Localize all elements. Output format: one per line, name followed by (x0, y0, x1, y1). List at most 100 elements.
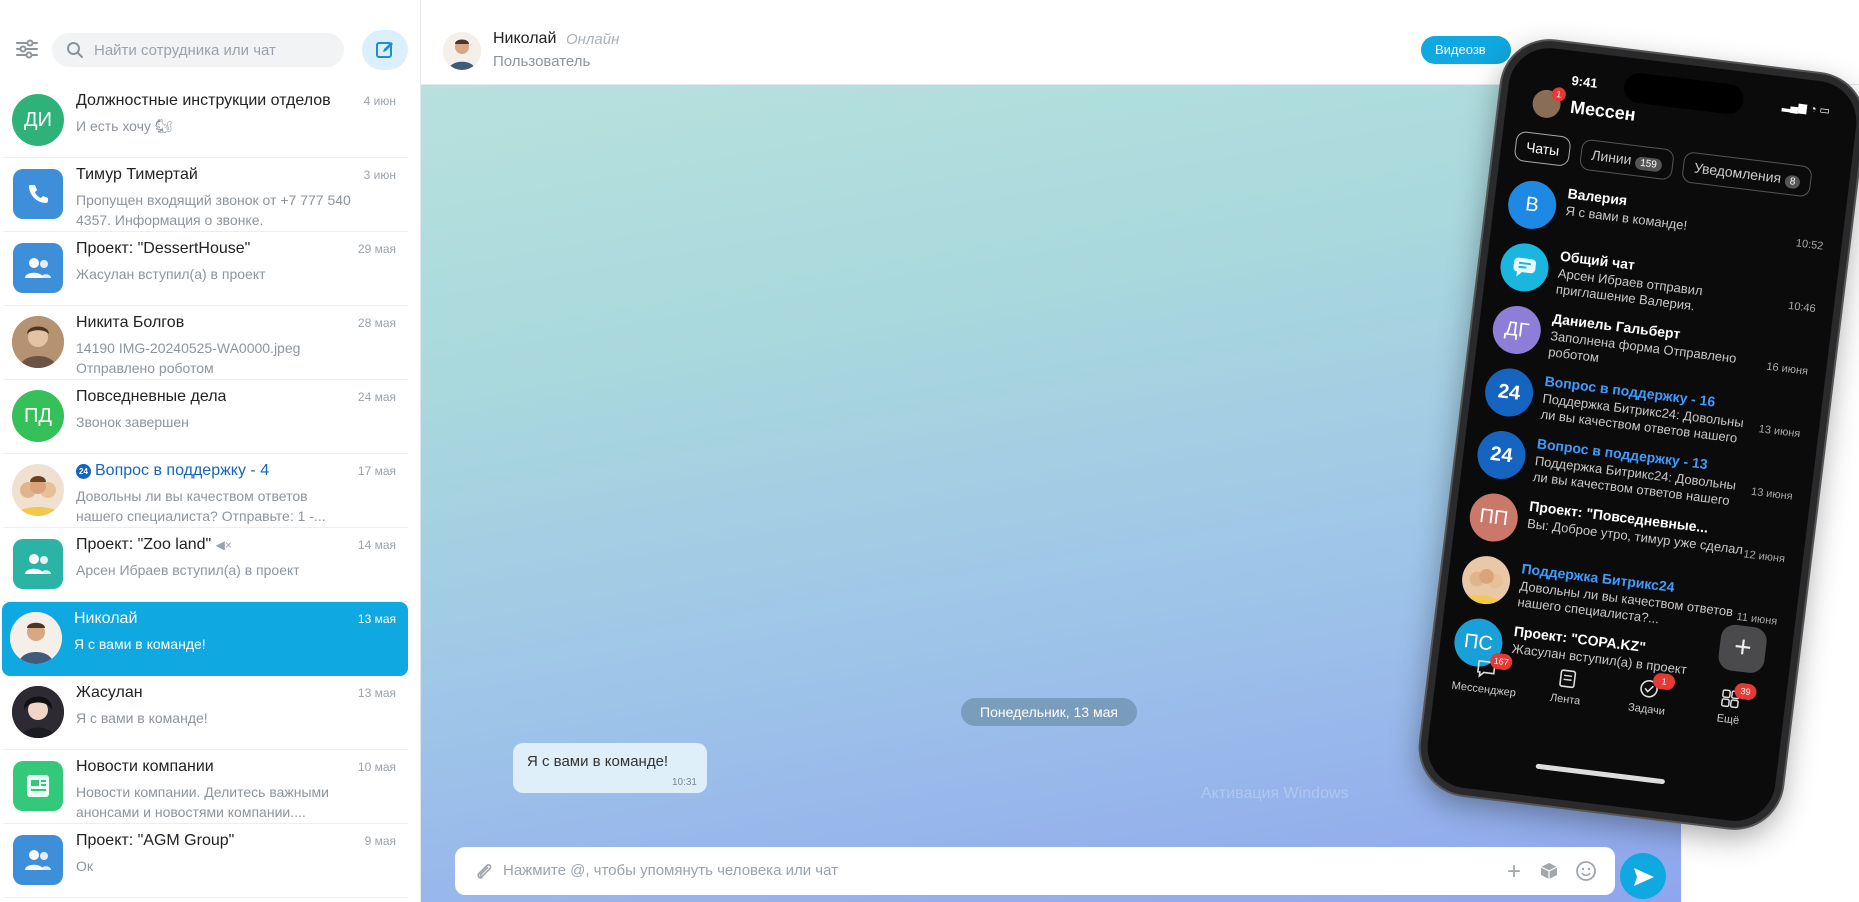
chat-item[interactable]: ДИ Должностные инструкции отделов 4 июн … (4, 84, 408, 158)
chat-preview: Новости компании. Делитесь важными анонс… (76, 784, 329, 820)
contact-name[interactable]: Николай (493, 30, 556, 48)
chat-date: 16 июня (1765, 360, 1809, 378)
nav-feed[interactable]: Лента (1530, 664, 1604, 710)
chat-list: ДИ Должностные инструкции отделов 4 июн … (0, 84, 420, 898)
chat-date: 13 июня (1750, 485, 1794, 503)
chat-title: Николай (74, 610, 138, 627)
chat-item[interactable]: Новости компании 10 мая Новости компании… (4, 750, 408, 824)
message-input[interactable]: Нажмите @, чтобы упомянуть человека или … (455, 847, 1615, 895)
chat-item[interactable]: Жасулан 13 мая Я с вами в команде! (4, 676, 408, 750)
search-icon (67, 42, 83, 58)
box-icon[interactable] (1539, 861, 1559, 881)
chat-title: Проект: "AGM Group" (76, 832, 235, 849)
search-input[interactable]: Найти сотрудника или чат (52, 33, 344, 67)
support-team-avatar (1459, 553, 1513, 607)
chat-item[interactable]: Проект: "DessertHouse" 29 мая Жасулан вс… (4, 232, 408, 306)
tab-chats[interactable]: Чаты (1513, 130, 1573, 168)
general-chat-icon (1497, 240, 1552, 295)
chat-date: 4 июн (363, 94, 396, 108)
attach-icon[interactable] (475, 861, 493, 881)
chat-title: Жасулан (76, 684, 143, 701)
emoji-icon[interactable] (1575, 860, 1597, 882)
chat-title: Должностные инструкции отделов (76, 92, 331, 109)
chat-preview: Пропущен входящий звонок от +7 777 540 4… (76, 192, 351, 228)
send-icon (1634, 868, 1654, 886)
group-icon (13, 243, 63, 293)
windows-activation-watermark: Активация Windows (1201, 785, 1349, 802)
avatar: ДГ (1490, 303, 1544, 357)
nav-more[interactable]: 39 Ещё (1692, 682, 1766, 730)
avatar: В (1505, 178, 1559, 232)
video-call-button[interactable]: Видеозв (1421, 36, 1511, 64)
muted-icon: ◀× (215, 538, 232, 552)
chat-date: 10:46 (1787, 299, 1817, 316)
contact-role: Пользователь (493, 53, 591, 70)
send-button[interactable] (1620, 853, 1666, 899)
chat-date: 28 мая (357, 316, 396, 330)
chat-preview: Я с вами в команде! (76, 710, 208, 726)
sidebar-toolbar: Найти сотрудника или чат (0, 0, 420, 84)
chat-title: Повседневные дела (76, 388, 227, 405)
chat-preview: Я с вами в команде! (74, 636, 206, 652)
nav-messenger[interactable]: 167 Мессенджер (1448, 652, 1522, 700)
user-photo-avatar (12, 686, 64, 738)
chat-date: 17 мая (357, 464, 396, 478)
avatar: ПД (12, 390, 64, 442)
avatar[interactable] (443, 32, 481, 70)
bitrix24-avatar: 24 (1474, 428, 1529, 482)
message-placeholder: Нажмите @, чтобы упомянуть человека или … (503, 862, 838, 879)
chat-preview: 14190 IMG-20240525-WA0000.jpeg Отправлен… (76, 340, 301, 376)
phone-new-chat-button[interactable]: + (1716, 623, 1769, 675)
chat-item[interactable]: Никита Болгов 28 мая 14190 IMG-20240525-… (4, 306, 408, 380)
message-bubble[interactable]: Я с вами в команде! 10:31 (513, 743, 707, 793)
chat-title: 24 Вопрос в поддержку - 4 (76, 462, 269, 480)
chat-preview: Жасулан вступил(а) в проект (76, 266, 266, 282)
chat-preview: И есть хочу 🐿 (76, 118, 173, 134)
nav-label: Мессенджер (1450, 679, 1517, 700)
online-status: Онлайн (566, 31, 620, 48)
chat-date: 13 июня (1758, 423, 1801, 441)
new-chat-button[interactable] (362, 30, 408, 70)
chat-item[interactable]: Проект: "Zoo land" ◀× 14 мая Арсен Ибрае… (4, 528, 408, 602)
chat-preview: Я с вами в команде! (1564, 203, 1689, 233)
chat-title: Новости компании (76, 758, 214, 775)
group-icon (13, 835, 63, 885)
chat-date: 13 мая (357, 612, 396, 626)
news-icon (13, 761, 63, 811)
chat-item[interactable]: Тимур Тимертай 3 июн Пропущен входящий з… (4, 158, 408, 232)
chat-date: 3 июн (363, 168, 396, 182)
chat-item-active[interactable]: Николай 13 мая Я с вами в команде! (2, 602, 408, 676)
chat-title: Тимур Тимертай (76, 166, 198, 183)
bitrix24-avatar: 24 (1482, 365, 1536, 420)
chat-title: Проект: "Zoo land" ◀× (76, 536, 232, 553)
chat-date: 13 мая (357, 686, 396, 700)
chat-date: 10 мая (357, 760, 396, 774)
phone-app-title: Мессен (1569, 96, 1637, 125)
phone-clock: 9:41 (1570, 72, 1599, 91)
chat-item[interactable]: 24 Вопрос в поддержку - 4 17 мая Довольны… (4, 454, 408, 528)
nav-tasks[interactable]: 1 Задачи (1611, 672, 1685, 720)
chat-date: 29 мая (357, 242, 396, 256)
tab-notifications[interactable]: Уведомления 8 (1681, 151, 1814, 198)
support-team-avatar (12, 464, 64, 516)
home-indicator (1535, 763, 1666, 785)
chat-date: 9 мая (364, 834, 396, 848)
user-photo-avatar (10, 612, 62, 664)
chat-date: 14 мая (357, 538, 396, 552)
chat-title: Проект: "DessertHouse" (76, 240, 251, 257)
chat-date: 12 июня (1742, 548, 1786, 566)
filter-icon[interactable] (14, 36, 40, 62)
plus-icon[interactable]: + (1507, 858, 1521, 886)
chat-item[interactable]: Проект: "AGM Group" 9 мая Ок (4, 824, 408, 898)
chat-item[interactable]: ПД Повседневные дела 24 мая Звонок завер… (4, 380, 408, 454)
chat-date: 10:52 (1795, 237, 1824, 253)
phone-chat-list: В Валерия Я с вами в команде! 10:52 Общи… (1447, 172, 1836, 712)
tab-lines[interactable]: Линии 159 (1578, 138, 1675, 181)
signal-wifi-battery-icon: ▂▄▆ ◔ ▭ (1781, 99, 1831, 118)
chat-preview: Звонок завершен (76, 414, 189, 430)
chat-preview: Арсен Ибраев вступил(а) в проект (76, 562, 300, 578)
nav-label: Задачи (1627, 701, 1666, 718)
message-text: Я с вами в команде! (527, 753, 669, 770)
date-divider: Понедельник, 13 мая (961, 698, 1137, 726)
group-icon (13, 539, 63, 589)
